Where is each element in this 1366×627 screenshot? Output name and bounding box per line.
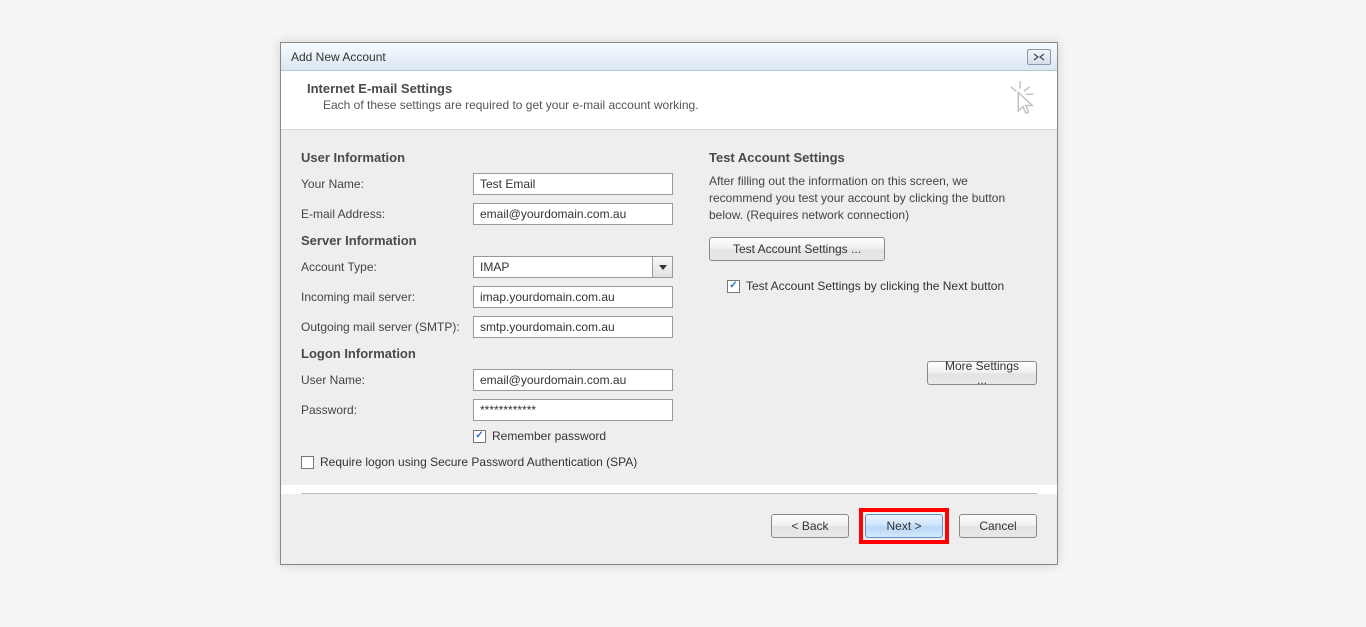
close-button[interactable] <box>1027 49 1051 65</box>
incoming-server-input[interactable] <box>473 286 673 308</box>
email-label: E-mail Address: <box>301 207 473 221</box>
test-account-button[interactable]: Test Account Settings ... <box>709 237 885 261</box>
add-account-dialog: Add New Account Internet E-mail Settings… <box>280 42 1058 565</box>
test-description: After filling out the information on thi… <box>709 173 1029 223</box>
test-on-next-checkbox[interactable] <box>727 280 740 293</box>
outgoing-server-input[interactable] <box>473 316 673 338</box>
close-icon <box>1033 53 1045 61</box>
outgoing-label: Outgoing mail server (SMTP): <box>301 320 473 334</box>
your-name-label: Your Name: <box>301 177 473 191</box>
header-title: Internet E-mail Settings <box>307 81 699 96</box>
user-name-input[interactable] <box>473 369 673 391</box>
your-name-input[interactable] <box>473 173 673 195</box>
back-button[interactable]: < Back <box>771 514 849 538</box>
require-spa-label: Require logon using Secure Password Auth… <box>320 455 637 469</box>
remember-password-label: Remember password <box>492 429 606 443</box>
password-input[interactable] <box>473 399 673 421</box>
right-column: Test Account Settings After filling out … <box>709 144 1037 475</box>
cursor-sparkle-icon <box>1007 81 1037 115</box>
remember-password-checkbox[interactable] <box>473 430 486 443</box>
account-type-value: IMAP <box>474 260 509 274</box>
server-info-heading: Server Information <box>301 233 699 248</box>
titlebar: Add New Account <box>281 43 1057 71</box>
incoming-label: Incoming mail server: <box>301 290 473 304</box>
user-info-heading: User Information <box>301 150 699 165</box>
account-type-label: Account Type: <box>301 260 473 274</box>
dialog-title: Add New Account <box>291 50 386 64</box>
user-name-label: User Name: <box>301 373 473 387</box>
header-subtitle: Each of these settings are required to g… <box>323 98 699 112</box>
next-button-highlight: Next > <box>859 508 949 544</box>
require-spa-checkbox[interactable] <box>301 456 314 469</box>
email-input[interactable] <box>473 203 673 225</box>
footer: < Back Next > Cancel <box>281 494 1057 564</box>
password-label: Password: <box>301 403 473 417</box>
cancel-button[interactable]: Cancel <box>959 514 1037 538</box>
next-button[interactable]: Next > <box>865 514 943 538</box>
logon-info-heading: Logon Information <box>301 346 699 361</box>
body-pane: User Information Your Name: E-mail Addre… <box>281 130 1057 485</box>
test-on-next-label: Test Account Settings by clicking the Ne… <box>746 279 1004 293</box>
more-settings-button[interactable]: More Settings ... <box>927 361 1037 385</box>
left-column: User Information Your Name: E-mail Addre… <box>301 144 699 475</box>
test-heading: Test Account Settings <box>709 150 1037 165</box>
chevron-down-icon <box>652 257 672 277</box>
header-pane: Internet E-mail Settings Each of these s… <box>281 71 1057 130</box>
account-type-select[interactable]: IMAP <box>473 256 673 278</box>
